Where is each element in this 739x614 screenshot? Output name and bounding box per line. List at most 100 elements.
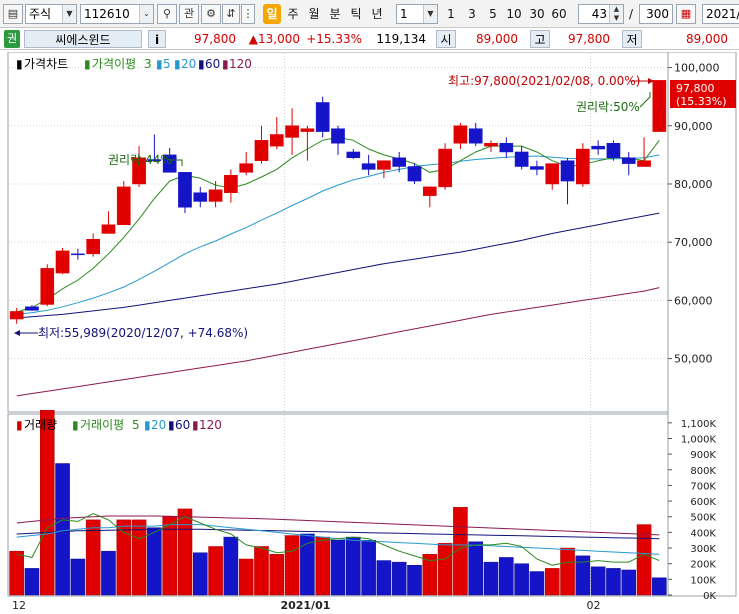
spin-updown-icon[interactable]: ⇵ xyxy=(222,4,240,24)
layout-icon[interactable]: ▤ xyxy=(3,4,23,24)
volume-bar xyxy=(407,565,422,596)
interval-select-value: 1 xyxy=(400,7,408,21)
count-total-input[interactable]: 300 xyxy=(639,4,673,24)
price-change: ▲13,000 xyxy=(248,32,300,46)
interval-10-button[interactable]: 10 xyxy=(503,4,525,24)
watchlist-button[interactable]: 관 xyxy=(179,4,199,24)
volume-bar xyxy=(177,508,193,596)
period-year-button[interactable]: 년 xyxy=(368,4,386,24)
volume-bar xyxy=(223,536,239,596)
candle-body xyxy=(576,148,590,185)
volume-bar xyxy=(101,550,116,596)
period-week-button[interactable]: 주 xyxy=(284,4,302,24)
volume-bar xyxy=(544,568,560,596)
volume-legend: ▮ 거래량 ▮ 거래이평 5 ▮ 20 ▮ 60 ▮ 120 xyxy=(16,418,222,432)
volume-bar xyxy=(514,563,529,596)
rights-annotation-2: 권리락:50% xyxy=(576,100,640,114)
volume-tick-label: 300K xyxy=(690,544,716,555)
high-label: 고 xyxy=(530,30,550,48)
period-day-button[interactable]: 일 xyxy=(263,4,281,24)
candle-body xyxy=(499,142,514,153)
rights-annotation-1: 권리락:44% xyxy=(108,153,172,167)
x-axis: 12 2021/01 02 xyxy=(12,599,600,612)
count-separator: / xyxy=(628,7,634,21)
legend-volma60: 60 xyxy=(175,418,190,432)
candle-body xyxy=(208,189,223,202)
x-tick-label: 2021/01 xyxy=(280,599,330,612)
interval-60-button[interactable]: 60 xyxy=(548,4,570,24)
legend-volma120: 120 xyxy=(199,418,222,432)
volume-bar xyxy=(9,550,24,596)
volume-bar xyxy=(437,543,453,596)
stock-code-input[interactable]: 112610 ⌄ xyxy=(80,4,154,24)
interval-5-button[interactable]: 5 xyxy=(484,4,502,24)
market-select-value: 주식 xyxy=(29,7,52,21)
candle-body xyxy=(422,186,437,196)
candle-body xyxy=(40,268,55,305)
settings-icon[interactable]: ⚙ xyxy=(201,4,221,24)
legend-ma60: 60 xyxy=(205,57,220,71)
volume-bar xyxy=(238,558,254,596)
volume-bar xyxy=(162,516,177,596)
search-icon[interactable]: ⚲ xyxy=(157,4,177,24)
stock-code-value: 112610 xyxy=(84,7,130,21)
candle-body xyxy=(101,224,116,234)
interval-30-button[interactable]: 30 xyxy=(526,4,548,24)
legend-price-chart: 가격차트 xyxy=(24,57,68,71)
x-tick-label: 02 xyxy=(586,599,600,612)
legend-marker-volma60: ▮ xyxy=(168,418,175,432)
legend-volma5: 5 xyxy=(132,418,140,432)
candle-body xyxy=(285,125,299,138)
price-tick-label: 70,000 xyxy=(674,236,713,249)
period-month-button[interactable]: 월 xyxy=(305,4,323,24)
candle-body xyxy=(224,174,238,193)
volume-tick-label: 0K xyxy=(703,591,716,602)
candle-body xyxy=(239,163,254,173)
scroll-icon[interactable]: ⋮ xyxy=(241,4,255,24)
rights-badge: 권 xyxy=(4,30,20,48)
low-annotation: 최저:55,989(2020/12/07, +74.68%) xyxy=(38,326,248,340)
market-select[interactable]: 주식 ▼ xyxy=(25,4,77,24)
volume-tick-label: 400K xyxy=(690,528,716,539)
candle-body xyxy=(55,250,70,274)
price-volume-chart[interactable]: 50,000 60,000 70,000 80,000 90,000 100,000 0K… xyxy=(0,51,739,614)
watchlist-label: 관 xyxy=(183,7,195,20)
volume-tick-label: 600K xyxy=(690,497,716,508)
candle-body xyxy=(25,306,39,311)
period-tick-button[interactable]: 틱 xyxy=(347,4,365,24)
volume-bar xyxy=(70,558,86,596)
candle-body xyxy=(637,160,651,167)
grid-toggle-icon[interactable]: ▦ xyxy=(676,4,696,24)
candle-body xyxy=(9,311,24,320)
price-tick-label: 90,000 xyxy=(674,120,713,133)
count-total-value: 300 xyxy=(646,7,669,21)
volume-bar xyxy=(254,546,269,596)
interval-3-button[interactable]: 3 xyxy=(463,4,481,24)
candle-body xyxy=(468,128,483,144)
chevron-down-icon: ▼ xyxy=(62,5,76,23)
volume-bar xyxy=(284,535,300,596)
info-icon[interactable]: i xyxy=(148,30,166,48)
candle-body xyxy=(331,128,345,144)
volume-bar xyxy=(39,410,55,596)
legend-marker-volma20: ▮ xyxy=(144,418,151,432)
interval-1-button[interactable]: 1 xyxy=(442,4,460,24)
candle-body xyxy=(484,142,498,147)
volume-tick-label: 700K xyxy=(690,481,716,492)
legend-marker-volma120: ▮ xyxy=(192,418,199,432)
count-input[interactable]: 43 ▲ ▼ xyxy=(578,4,624,24)
candle-body xyxy=(193,192,208,202)
candle-body xyxy=(407,166,422,182)
open-price: 89,000 xyxy=(476,32,518,46)
interval-select[interactable]: 1 ▼ xyxy=(396,4,438,24)
date-input[interactable]: 2021/0 xyxy=(702,4,739,24)
legend-marker: ▮ xyxy=(16,57,23,71)
volume-tick-label: 200K xyxy=(690,560,716,571)
trade-volume: 119,134 xyxy=(376,32,426,46)
high-annotation: 최고:97,800(2021/02/08, 0.00%) xyxy=(448,74,640,88)
period-minute-button[interactable]: 분 xyxy=(326,4,344,24)
spin-updown-icon[interactable]: ▲ ▼ xyxy=(609,5,623,23)
volume-bar xyxy=(560,547,575,596)
candle-body xyxy=(315,102,330,132)
price-legend: ▮ 가격차트 ▮ 가격이평 3 ▮ 5 ▮ 20 ▮ 60 ▮ 120 xyxy=(16,57,252,71)
